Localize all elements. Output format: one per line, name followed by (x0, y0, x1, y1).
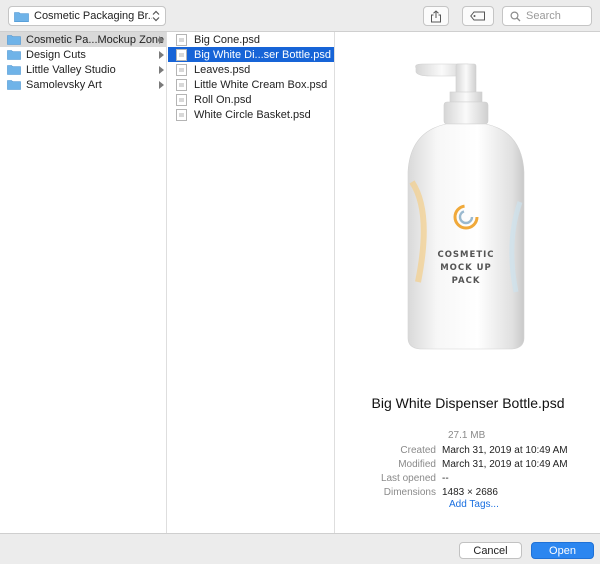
open-button[interactable]: Open (531, 542, 594, 559)
bottle-label-line-2: MOCK UP (440, 263, 492, 273)
location-popup[interactable]: Cosmetic Packaging Br... (8, 6, 166, 26)
search-placeholder: Search (526, 10, 561, 22)
bottle-label-line-3: PACK (452, 276, 481, 286)
disclosure-arrow-icon (159, 51, 164, 59)
bottle-preview-image: COSMETIC MOCK UP PACK (407, 63, 525, 350)
preview-pane: COSMETIC MOCK UP PACK Big White Dispense… (336, 32, 600, 533)
metadata-value: -- (442, 473, 449, 484)
file-label: White Circle Basket.psd (194, 108, 311, 121)
search-field[interactable]: Search (502, 6, 592, 26)
share-button[interactable] (423, 6, 449, 26)
dialog-footer: Cancel Open (0, 533, 600, 564)
bottle-label-line-1: COSMETIC (437, 250, 494, 260)
psd-file-icon (176, 78, 187, 91)
psd-file-icon (176, 63, 187, 76)
psd-file-icon (176, 48, 187, 61)
tag-button[interactable] (462, 6, 494, 26)
psd-file-icon (176, 108, 187, 121)
file-label: Little White Cream Box.psd (194, 78, 328, 91)
toolbar: Cosmetic Packaging Br... Search (0, 0, 600, 32)
preview-file-name: Big White Dispenser Bottle.psd (371, 395, 565, 411)
folder-label: Design Cuts (26, 48, 86, 61)
chevron-updown-icon (152, 10, 160, 22)
psd-file-icon (176, 93, 187, 106)
metadata-key: Modified (398, 459, 436, 470)
folder-label: Cosmetic Pa...Mockup Zone (26, 33, 165, 46)
preview-file-size: 27.1 MB (448, 430, 486, 441)
location-popup-label: Cosmetic Packaging Br... (34, 10, 152, 22)
file-label: Big White Di...ser Bottle.psd (194, 48, 331, 61)
metadata-key: Last opened (380, 473, 436, 484)
column-files[interactable]: Big Cone.psd Big White Di...ser Bottle.p… (168, 32, 335, 533)
file-label: Roll On.psd (194, 93, 252, 106)
folder-row[interactable]: Cosmetic Pa...Mockup Zone (0, 32, 166, 47)
folder-icon (7, 80, 21, 90)
file-row[interactable]: Leaves.psd (168, 62, 334, 77)
metadata-value: March 31, 2019 at 10:49 AM (442, 445, 568, 456)
share-icon (431, 9, 441, 22)
metadata-key: Created (400, 445, 436, 456)
search-icon (510, 10, 521, 21)
metadata-table: Created March 31, 2019 at 10:49 AM Modif… (336, 445, 600, 501)
metadata-value: March 31, 2019 at 10:49 AM (442, 459, 568, 470)
psd-file-icon (176, 33, 187, 46)
file-row[interactable]: White Circle Basket.psd (168, 107, 334, 122)
file-row[interactable]: Big White Di...ser Bottle.psd (168, 47, 334, 62)
file-row[interactable]: Big Cone.psd (168, 32, 334, 47)
folder-label: Samolevsky Art (26, 78, 102, 91)
folder-icon (7, 35, 21, 45)
folder-label: Little Valley Studio (26, 63, 116, 76)
file-label: Big Cone.psd (194, 33, 261, 46)
metadata-row: Last opened -- (336, 473, 600, 487)
open-file-dialog: Cosmetic Packaging Br... Search Cosmetic… (0, 0, 600, 564)
file-row[interactable]: Roll On.psd (168, 92, 334, 107)
column-browser: Cosmetic Pa...Mockup Zone Design Cuts Li… (0, 32, 600, 533)
metadata-row: Modified March 31, 2019 at 10:49 AM (336, 459, 600, 473)
folder-row[interactable]: Design Cuts (0, 47, 166, 62)
column-folders[interactable]: Cosmetic Pa...Mockup Zone Design Cuts Li… (0, 32, 167, 533)
folder-row[interactable]: Samolevsky Art (0, 77, 166, 92)
folder-icon (7, 50, 21, 60)
tag-icon (470, 11, 485, 21)
folder-icon (7, 65, 21, 75)
folder-icon (14, 11, 29, 22)
disclosure-arrow-icon (159, 36, 164, 44)
disclosure-arrow-icon (159, 81, 164, 89)
metadata-key: Dimensions (383, 487, 436, 498)
folder-row[interactable]: Little Valley Studio (0, 62, 166, 77)
cancel-button[interactable]: Cancel (459, 542, 522, 559)
metadata-row: Created March 31, 2019 at 10:49 AM (336, 445, 600, 459)
file-row[interactable]: Little White Cream Box.psd (168, 77, 334, 92)
add-tags-link[interactable]: Add Tags... (449, 499, 499, 510)
file-label: Leaves.psd (194, 63, 251, 76)
disclosure-arrow-icon (159, 66, 164, 74)
